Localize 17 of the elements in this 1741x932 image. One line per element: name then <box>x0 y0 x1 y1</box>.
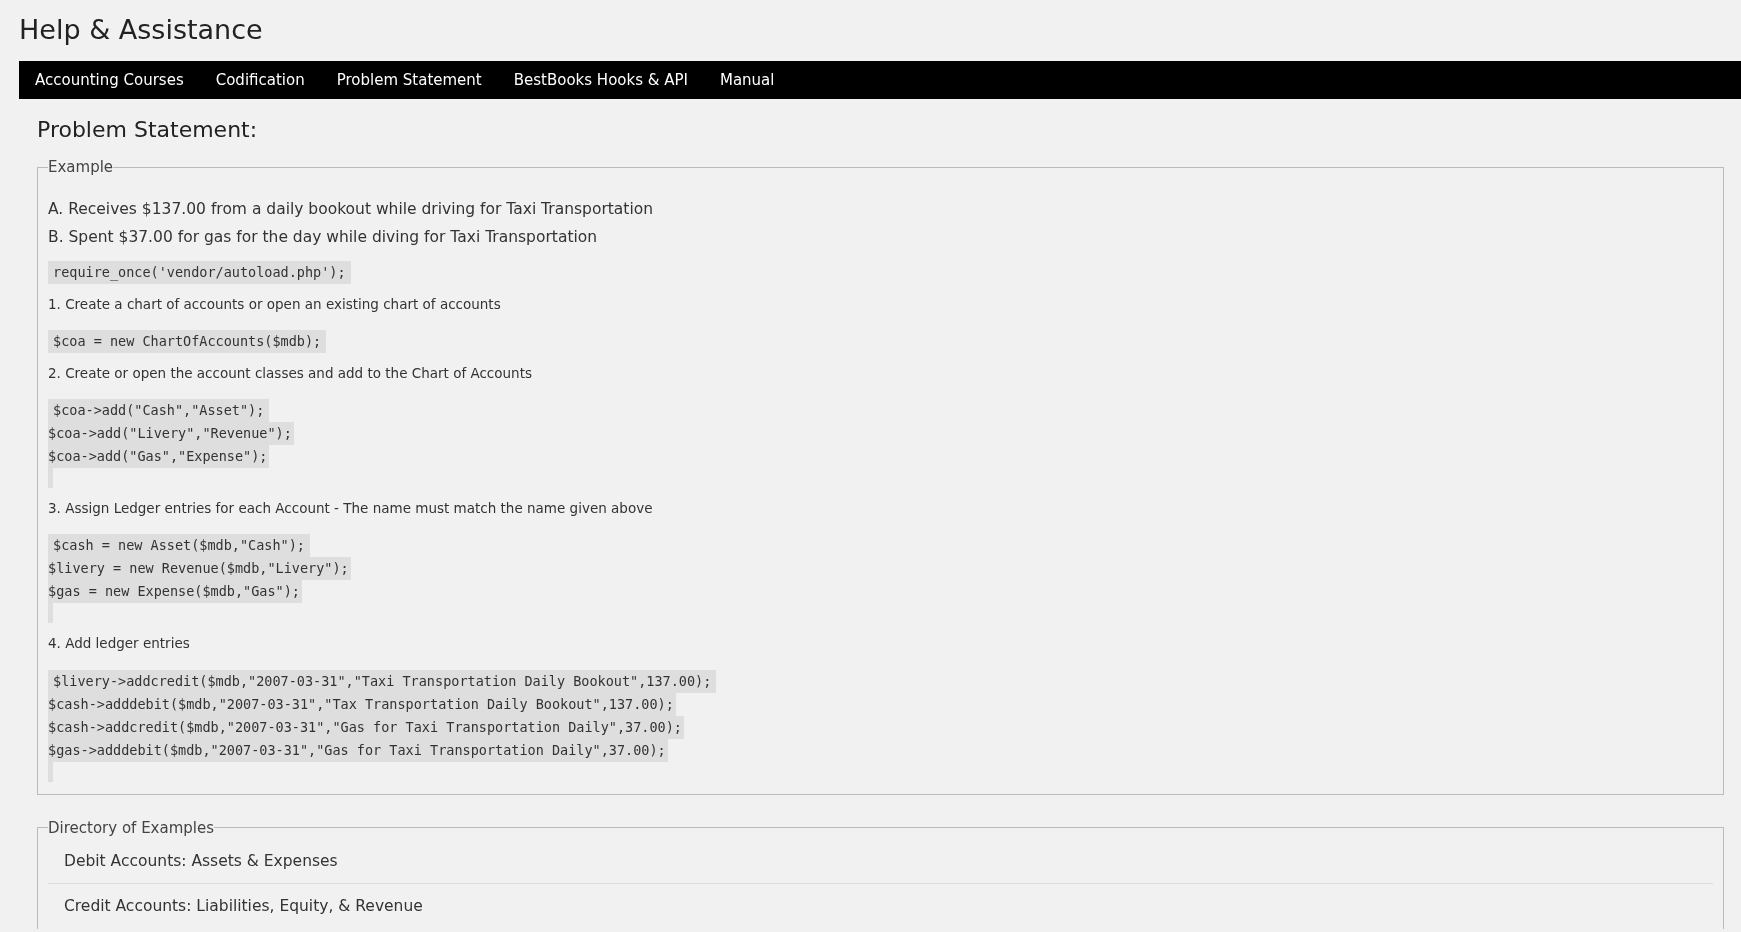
nav-tab[interactable]: Accounting Courses <box>35 68 184 92</box>
example-statement: B. Spent $37.00 for gas for the day while diving for Taxi Transportation <box>48 226 598 248</box>
nav-tab[interactable]: Codification <box>215 68 305 92</box>
nav-tab[interactable]: BestBooks Hooks & API <box>513 68 688 92</box>
nav-tab[interactable]: Problem Statement <box>336 68 482 92</box>
step-text: 2. Create or open the account classes and add to the Chart of Accounts <box>48 363 532 383</box>
panel-legend: Directory of Examples <box>48 816 215 839</box>
step-text: 4. Add ledger entries <box>48 634 190 654</box>
panel-legend: Example <box>48 156 114 179</box>
example-statement: A. Receives $137.00 from a daily bookout while driving for Taxi Transportation <box>48 198 654 220</box>
nav-tab[interactable]: Manual <box>719 68 775 92</box>
directory-link[interactable]: Debit Accounts: Assets & Expenses <box>64 852 338 870</box>
step-text: 3. Assign Ledger entries for each Account - The name must match the name given above <box>48 499 653 518</box>
step-text: 1. Create a chart of accounts or open an existing chart of accounts <box>48 294 501 314</box>
directory-link[interactable]: Credit Accounts: Liabilities, Equity, & Revenue <box>64 897 423 916</box>
section-heading: Problem Statement: <box>37 116 258 144</box>
page-title: Help & Assistance <box>19 13 263 47</box>
